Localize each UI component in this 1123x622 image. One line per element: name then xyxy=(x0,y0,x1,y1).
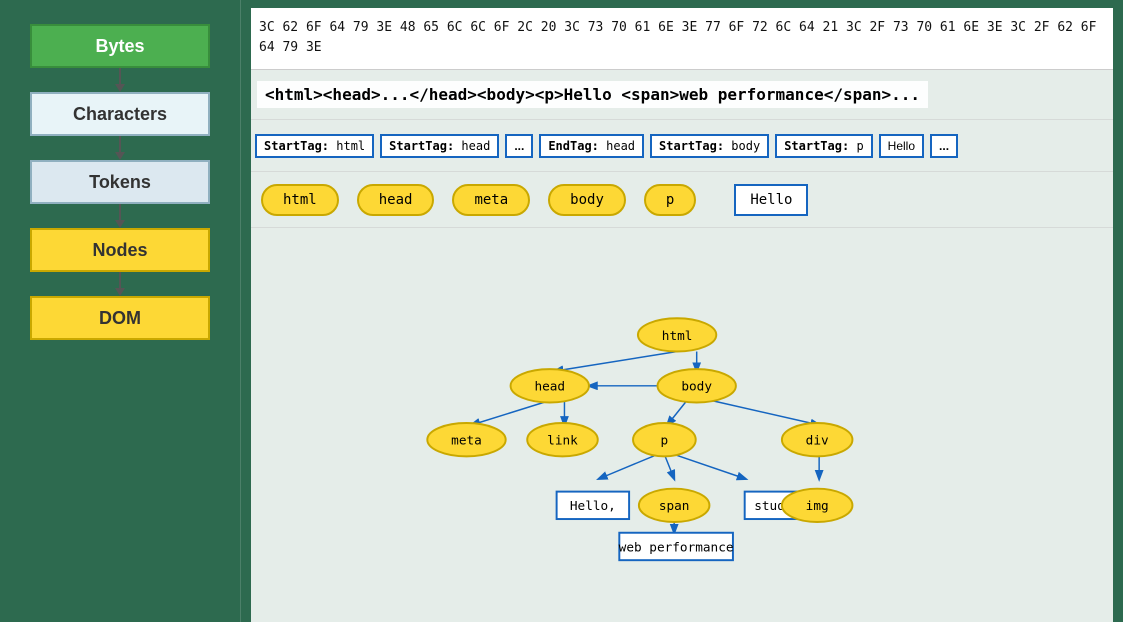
dom-box: DOM xyxy=(30,296,210,340)
main-container: Bytes Characters Tokens Nodes DOM xyxy=(0,0,1123,622)
token-ellipsis-1: ... xyxy=(505,134,533,158)
dom-section: html head body meta link p xyxy=(251,228,1113,622)
svg-text:meta: meta xyxy=(451,434,482,449)
node-p: p xyxy=(644,184,696,216)
svg-text:span: span xyxy=(659,499,690,514)
token-starttag-p: StartTag: p xyxy=(775,134,872,158)
svg-text:head: head xyxy=(534,380,565,395)
node-body: body xyxy=(548,184,626,216)
svg-text:web performance: web performance xyxy=(619,540,734,555)
characters-text: <html><head>...</head><body><p>Hello <sp… xyxy=(257,81,928,108)
svg-text:body: body xyxy=(681,380,712,395)
token-starttag-html: StartTag: html xyxy=(255,134,374,158)
bytes-label: Bytes xyxy=(95,36,144,57)
nodes-section: html head meta body p Hello xyxy=(251,172,1113,228)
arrow-bytes-chars xyxy=(119,68,121,92)
tokens-label: Tokens xyxy=(89,172,151,193)
svg-text:p: p xyxy=(661,434,669,449)
svg-text:img: img xyxy=(806,499,829,514)
svg-text:link: link xyxy=(547,434,578,449)
pipeline: Bytes Characters Tokens Nodes DOM xyxy=(0,0,240,622)
token-hello: Hello xyxy=(879,134,924,158)
token-endtag-head: EndTag: head xyxy=(539,134,644,158)
arrow-tokens-nodes xyxy=(119,204,121,228)
tokens-box: Tokens xyxy=(30,160,210,204)
token-ellipsis-2: ... xyxy=(930,134,958,158)
arrow-chars-tokens xyxy=(119,136,121,160)
token-starttag-body: StartTag: body xyxy=(650,134,769,158)
arrow-nodes-dom xyxy=(119,272,121,296)
all-sections: 3C 62 6F 64 79 3E 48 65 6C 6C 6F 2C 20 3… xyxy=(251,8,1113,622)
svg-text:Hello,: Hello, xyxy=(570,499,616,514)
token-starttag-head: StartTag: head xyxy=(380,134,499,158)
nodes-label: Nodes xyxy=(92,240,147,261)
characters-label: Characters xyxy=(73,104,167,125)
svg-text:html: html xyxy=(662,329,693,344)
svg-text:div: div xyxy=(806,434,829,449)
characters-box: Characters xyxy=(30,92,210,136)
dom-tree-svg: html head body meta link p xyxy=(251,228,1113,622)
bytes-section: 3C 62 6F 64 79 3E 48 65 6C 6C 6F 2C 20 3… xyxy=(251,8,1113,70)
bytes-box: Bytes xyxy=(30,24,210,68)
dom-label: DOM xyxy=(99,308,141,329)
node-hello-wrapper: Hello xyxy=(734,184,808,216)
bytes-text: 3C 62 6F 64 79 3E 48 65 6C 6C 6F 2C 20 3… xyxy=(259,20,1096,55)
nodes-box: Nodes xyxy=(30,228,210,272)
node-meta: meta xyxy=(452,184,530,216)
content-area: 3C 62 6F 64 79 3E 48 65 6C 6C 6F 2C 20 3… xyxy=(240,0,1123,622)
characters-section: <html><head>...</head><body><p>Hello <sp… xyxy=(251,70,1113,120)
tokens-section: StartTag: html StartTag: head ... EndTag… xyxy=(251,120,1113,172)
node-head: head xyxy=(357,184,435,216)
node-html: html xyxy=(261,184,339,216)
node-hello-box: Hello xyxy=(734,184,808,216)
